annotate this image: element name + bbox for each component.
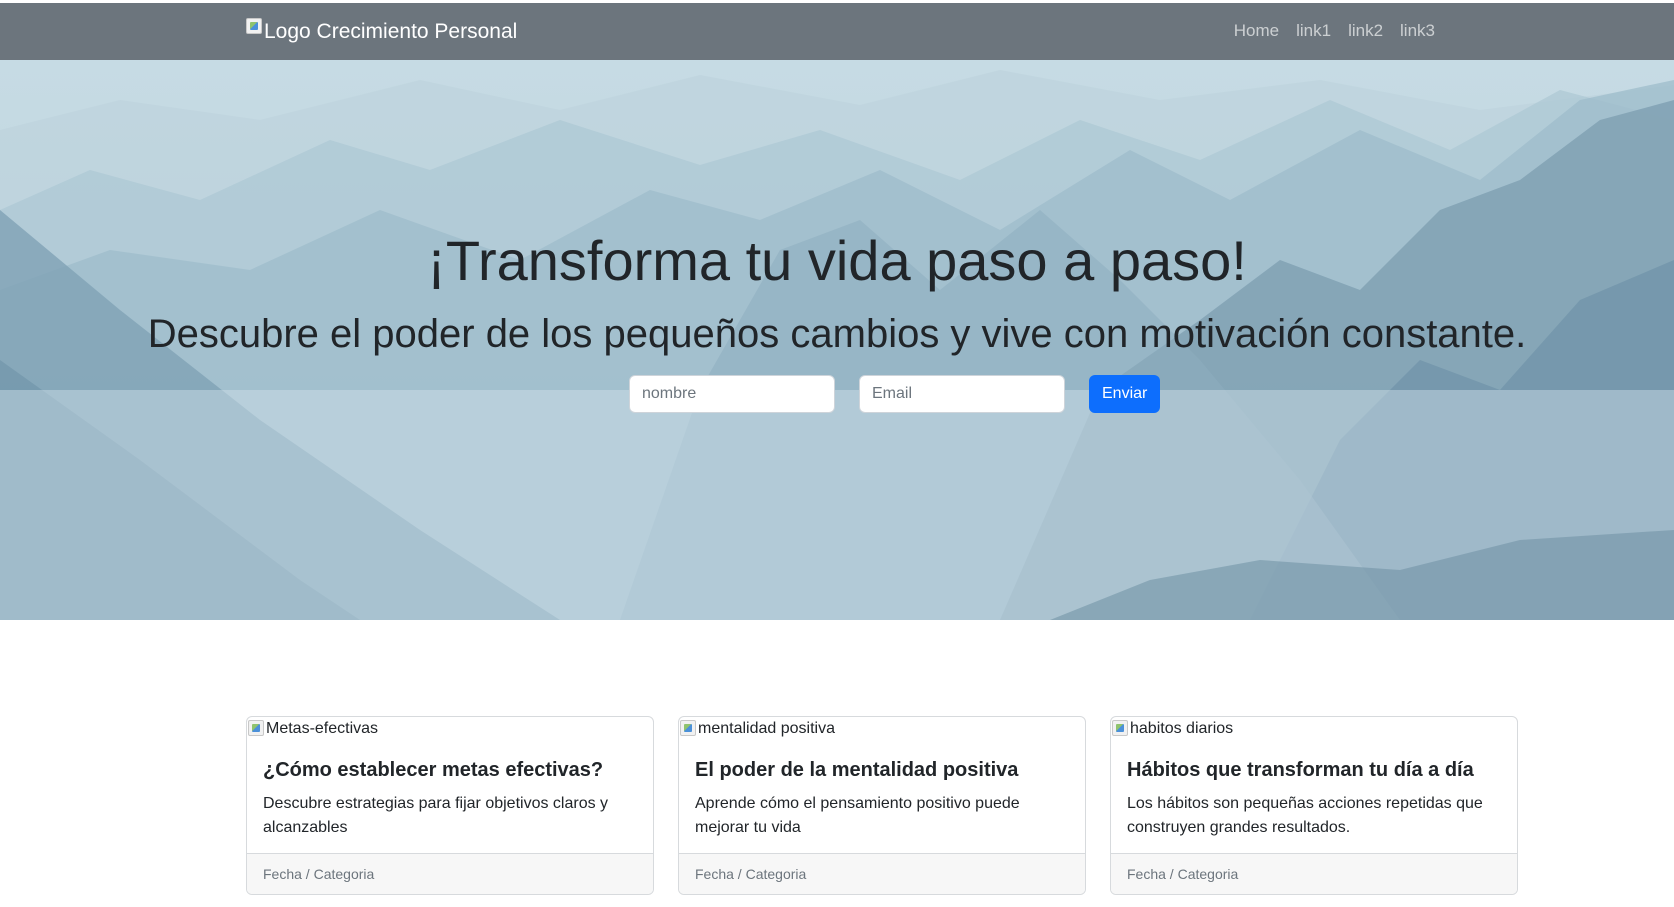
card-body: El poder de la mentalidad positiva Apren… bbox=[695, 759, 1069, 840]
card-text: Los hábitos son pequeñas acciones repeti… bbox=[1127, 795, 1483, 836]
article-card-habits[interactable]: habitos diarios Hábitos que transforman … bbox=[1110, 716, 1518, 895]
cards-row: Metas-efectivas ¿Cómo establecer metas e… bbox=[246, 716, 1518, 895]
card-image-alt-text: habitos diarios bbox=[1130, 720, 1234, 737]
navbar: Logo Crecimiento Personal Home link1 lin… bbox=[0, 3, 1674, 60]
card-image: Metas-efectivas bbox=[248, 720, 378, 738]
subscribe-form: Enviar bbox=[629, 375, 1161, 413]
nav-links: Home link1 link2 link3 bbox=[1234, 21, 1435, 41]
brand-logo-alt-text: Logo Crecimiento Personal bbox=[264, 20, 518, 43]
card-image-alt-text: Metas-efectivas bbox=[266, 720, 379, 737]
hero-section: ¡Transforma tu vida paso a paso! Descubr… bbox=[0, 60, 1674, 620]
card-image: mentalidad positiva bbox=[680, 720, 835, 738]
name-input[interactable] bbox=[629, 375, 835, 413]
nav-link-3[interactable]: link3 bbox=[1400, 21, 1435, 41]
hero-subtitle: Descubre el poder de los pequeños cambio… bbox=[147, 312, 1527, 356]
article-card-goals[interactable]: Metas-efectivas ¿Cómo establecer metas e… bbox=[246, 716, 654, 895]
nav-link-1[interactable]: link1 bbox=[1296, 21, 1331, 41]
email-input[interactable] bbox=[859, 375, 1065, 413]
nav-link-2[interactable]: link2 bbox=[1348, 21, 1383, 41]
card-title: El poder de la mentalidad positiva bbox=[695, 759, 1019, 781]
card-footer: Fecha / Categoria bbox=[1111, 853, 1517, 894]
brand-logo-link[interactable]: Logo Crecimiento Personal bbox=[246, 17, 517, 47]
broken-image-icon bbox=[246, 18, 262, 34]
card-footer: Fecha / Categoria bbox=[679, 853, 1085, 894]
broken-image-icon bbox=[1112, 720, 1128, 736]
card-image: habitos diarios bbox=[1112, 720, 1233, 738]
nav-link-home[interactable]: Home bbox=[1234, 21, 1279, 41]
card-text: Aprende cómo el pensamiento positivo pue… bbox=[695, 795, 1020, 836]
send-button[interactable]: Enviar bbox=[1089, 375, 1161, 413]
card-image-alt-text: mentalidad positiva bbox=[698, 720, 835, 737]
card-text: Descubre estrategias para fijar objetivo… bbox=[263, 795, 609, 836]
article-card-mindset[interactable]: mentalidad positiva El poder de la menta… bbox=[678, 716, 1086, 895]
broken-image-icon bbox=[680, 720, 696, 736]
card-body: Hábitos que transforman tu día a día Los… bbox=[1127, 759, 1501, 840]
broken-image-icon bbox=[248, 720, 264, 736]
card-body: ¿Cómo establecer metas efectivas? Descub… bbox=[263, 759, 637, 840]
card-title: ¿Cómo establecer metas efectivas? bbox=[263, 759, 604, 781]
card-title: Hábitos que transforman tu día a día bbox=[1127, 759, 1474, 781]
hero-title: ¡Transforma tu vida paso a paso! bbox=[427, 229, 1247, 292]
card-footer: Fecha / Categoria bbox=[247, 853, 653, 894]
